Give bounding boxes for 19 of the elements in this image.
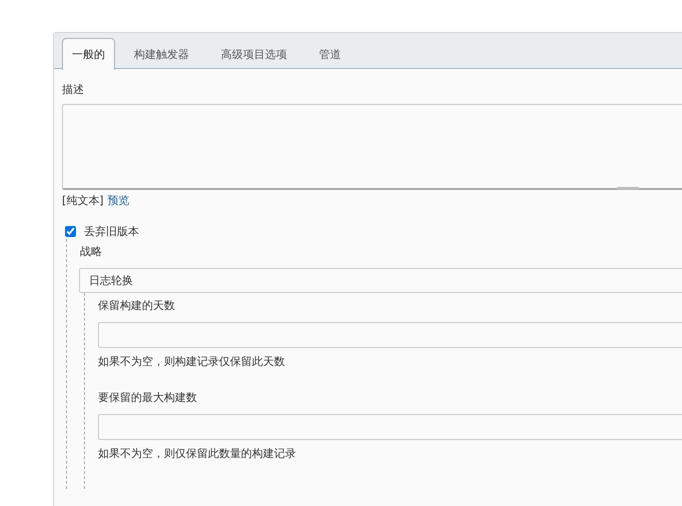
tab[interactable]: 高级项目选项: [208, 38, 300, 69]
description-field[interactable]: [62, 104, 682, 190]
field-label: 保留构建的天数: [98, 298, 176, 314]
checkbox[interactable]: [65, 226, 76, 237]
tab[interactable]: 一般的: [62, 38, 115, 70]
help-text: 如果不为空，则构建记录仅保留此天数: [98, 354, 286, 370]
preview-link[interactable]: 预览: [108, 193, 130, 209]
field-label: 要保留的最大构建数: [98, 390, 198, 406]
checkbox-label: 丢弃旧版本: [84, 224, 139, 239]
field-label: 战略: [80, 244, 103, 260]
field-label: 描述: [62, 82, 85, 98]
tab[interactable]: 构建触发器: [121, 38, 202, 69]
tab[interactable]: 管道: [306, 38, 354, 69]
format-label: [纯文本]: [62, 193, 104, 209]
resize-handle[interactable]: [617, 187, 639, 190]
help-text: 如果不为空，则仅保留此数量的构建记录: [98, 446, 297, 462]
strategy-dropdown[interactable]: 日志轮换: [79, 268, 682, 293]
input-field[interactable]: [98, 414, 682, 440]
input-field[interactable]: [98, 322, 682, 348]
